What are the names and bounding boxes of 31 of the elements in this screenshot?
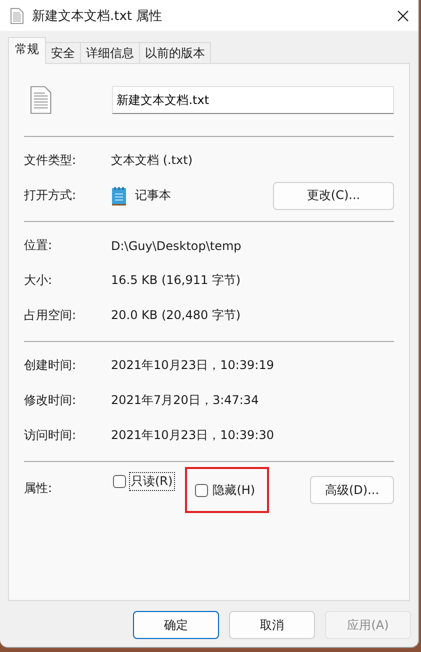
field-label: 位置: bbox=[24, 237, 54, 254]
field-label: 大小: bbox=[24, 272, 54, 289]
tab[interactable]: 以前的版本 bbox=[139, 42, 211, 63]
field-label: 占用空间: bbox=[24, 307, 78, 324]
field-label: 修改时间: bbox=[24, 392, 78, 409]
change-button[interactable]: 更改(C)... bbox=[273, 182, 394, 210]
field-value: 文本文档 (.txt) bbox=[111, 152, 193, 169]
field-label: 创建时间: bbox=[24, 357, 78, 374]
close-icon[interactable] bbox=[397, 10, 409, 22]
field-value: 2021年10月23日，10:39:19 bbox=[111, 357, 274, 374]
field-value: 2021年10月23日，10:39:30 bbox=[111, 427, 274, 444]
tab[interactable]: 常规 bbox=[8, 37, 46, 64]
field-value: 记事本 bbox=[135, 187, 171, 204]
dialog-button[interactable]: 确定 bbox=[133, 611, 219, 639]
field-label: 打开方式: bbox=[24, 187, 78, 204]
highlighted-checkbox[interactable]: 隐藏(H) bbox=[184, 467, 270, 513]
notepad-icon bbox=[111, 186, 127, 206]
checkbox[interactable]: 只读(R) bbox=[111, 467, 177, 495]
field-label: 文件类型: bbox=[24, 152, 78, 169]
field-value: D:\Guy\Desktop\temp bbox=[111, 238, 242, 252]
advanced-button[interactable]: 高级(D)... bbox=[310, 476, 394, 504]
window-title: 新建文本文档.txt 属性 bbox=[32, 8, 164, 24]
field-value: 16.5 KB (16,911 字节) bbox=[111, 272, 241, 289]
text-file-icon bbox=[30, 86, 52, 114]
attributes-label: 属性: bbox=[24, 480, 54, 497]
field-label: 访问时间: bbox=[24, 427, 78, 444]
document-icon bbox=[10, 8, 24, 24]
field-value: 2021年7月20日，3:47:34 bbox=[111, 392, 259, 409]
file-name-field[interactable]: 新建文本文档.txt bbox=[112, 86, 394, 114]
field-value: 20.0 KB (20,480 字节) bbox=[111, 307, 241, 324]
dialog-button[interactable]: 取消 bbox=[229, 611, 315, 639]
